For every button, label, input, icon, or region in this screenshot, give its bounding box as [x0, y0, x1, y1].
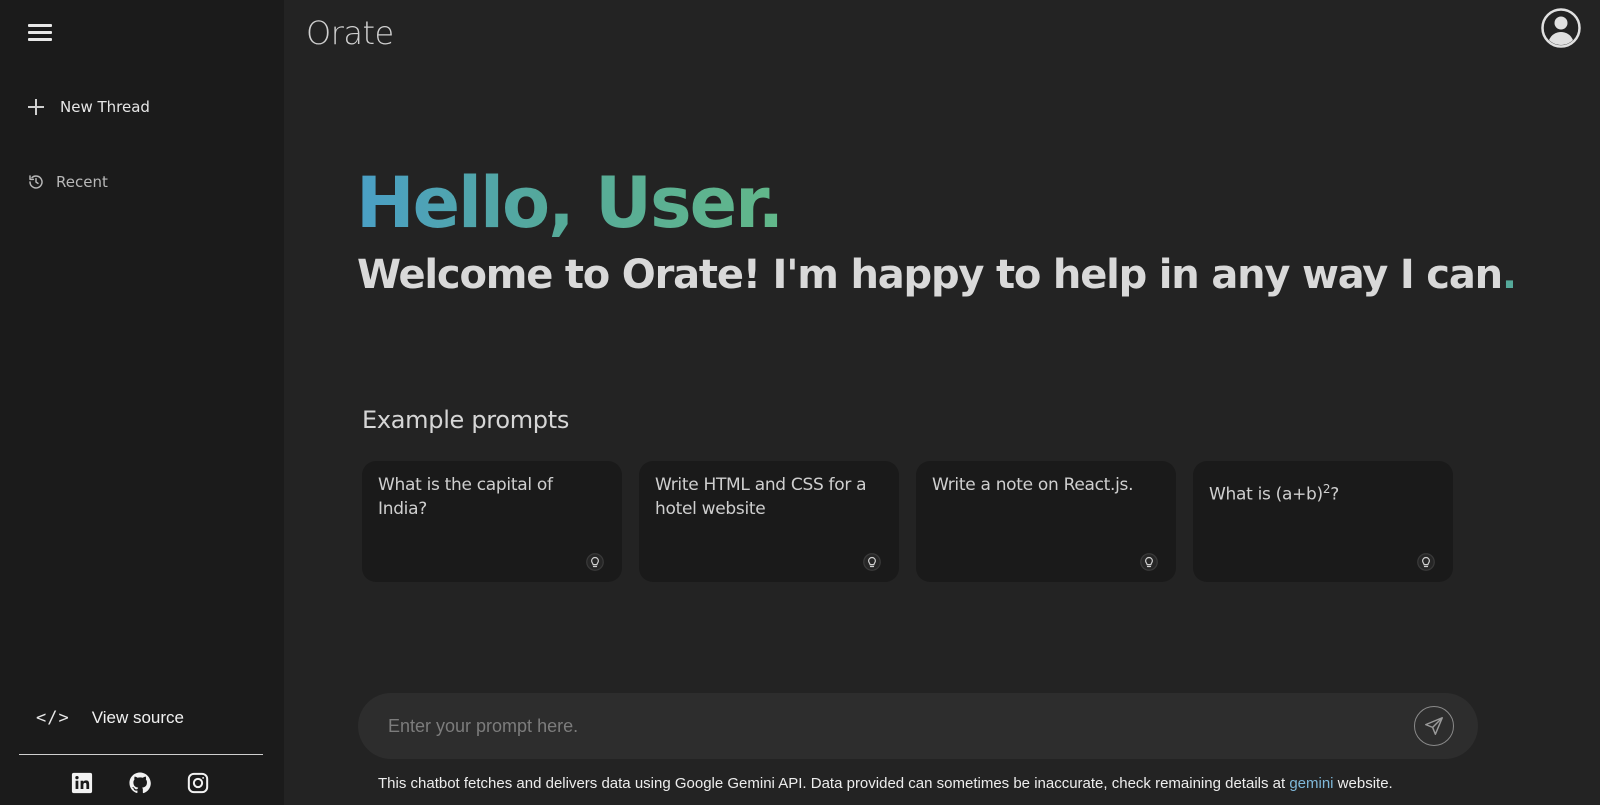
- gemini-link[interactable]: gemini: [1289, 775, 1333, 792]
- view-source-label: View source: [91, 708, 185, 727]
- example-prompt-text-after: ?: [1330, 484, 1339, 505]
- example-prompt-text-before: What is (a+b): [1209, 484, 1323, 505]
- app-title: Orate: [306, 14, 394, 52]
- greeting-heading: Hello, User.: [356, 158, 784, 248]
- lightbulb-icon: [1140, 553, 1158, 571]
- lightbulb-icon: [863, 553, 881, 571]
- welcome-text: Welcome to Orate! I'm happy to help in a…: [357, 252, 1503, 298]
- example-prompt-text: Write HTML and CSS for a hotel website: [655, 475, 867, 519]
- code-icon: </>: [36, 708, 70, 728]
- plus-icon: [28, 99, 44, 115]
- recent-button[interactable]: Recent: [28, 169, 108, 195]
- history-icon: [29, 175, 43, 189]
- disclaimer-after: website.: [1333, 775, 1393, 792]
- user-avatar-icon[interactable]: [1541, 8, 1581, 48]
- disclaimer-before: This chatbot fetches and delivers data u…: [378, 775, 1290, 792]
- social-links: [71, 772, 209, 794]
- example-prompts-heading: Example prompts: [362, 406, 570, 434]
- send-icon: [1425, 717, 1443, 735]
- welcome-dot: .: [1501, 252, 1517, 298]
- example-prompt-card[interactable]: What is the capital of India?: [362, 461, 622, 582]
- new-thread-label: New Thread: [60, 98, 150, 116]
- github-icon[interactable]: [129, 772, 151, 794]
- instagram-icon[interactable]: [187, 772, 209, 794]
- sidebar-divider: [19, 754, 263, 755]
- example-prompt-text: Write a note on React.js.: [932, 475, 1134, 495]
- example-prompt-cards: What is the capital of India? Write HTML…: [362, 461, 1453, 582]
- prompt-bar: [358, 693, 1478, 759]
- view-source-link[interactable]: </> View source: [36, 703, 184, 733]
- hamburger-menu-icon[interactable]: [28, 22, 52, 42]
- example-prompt-card[interactable]: Write a note on React.js.: [916, 461, 1176, 582]
- welcome-subheading: Welcome to Orate! I'm happy to help in a…: [357, 252, 1517, 298]
- disclaimer-text: This chatbot fetches and delivers data u…: [378, 775, 1393, 792]
- sidebar: New Thread Recent </> View source: [0, 0, 284, 805]
- prompt-input[interactable]: [388, 693, 1388, 759]
- recent-label: Recent: [56, 173, 108, 191]
- lightbulb-icon: [1417, 553, 1435, 571]
- linkedin-icon[interactable]: [71, 772, 93, 794]
- example-prompt-text: What is (a+b)2?: [1209, 477, 1437, 507]
- example-prompt-text: What is the capital of India?: [378, 475, 553, 519]
- lightbulb-icon: [586, 553, 604, 571]
- example-prompt-card[interactable]: What is (a+b)2?: [1193, 461, 1453, 582]
- new-thread-button[interactable]: New Thread: [28, 94, 150, 120]
- example-prompt-card[interactable]: Write HTML and CSS for a hotel website: [639, 461, 899, 582]
- send-button[interactable]: [1414, 706, 1454, 746]
